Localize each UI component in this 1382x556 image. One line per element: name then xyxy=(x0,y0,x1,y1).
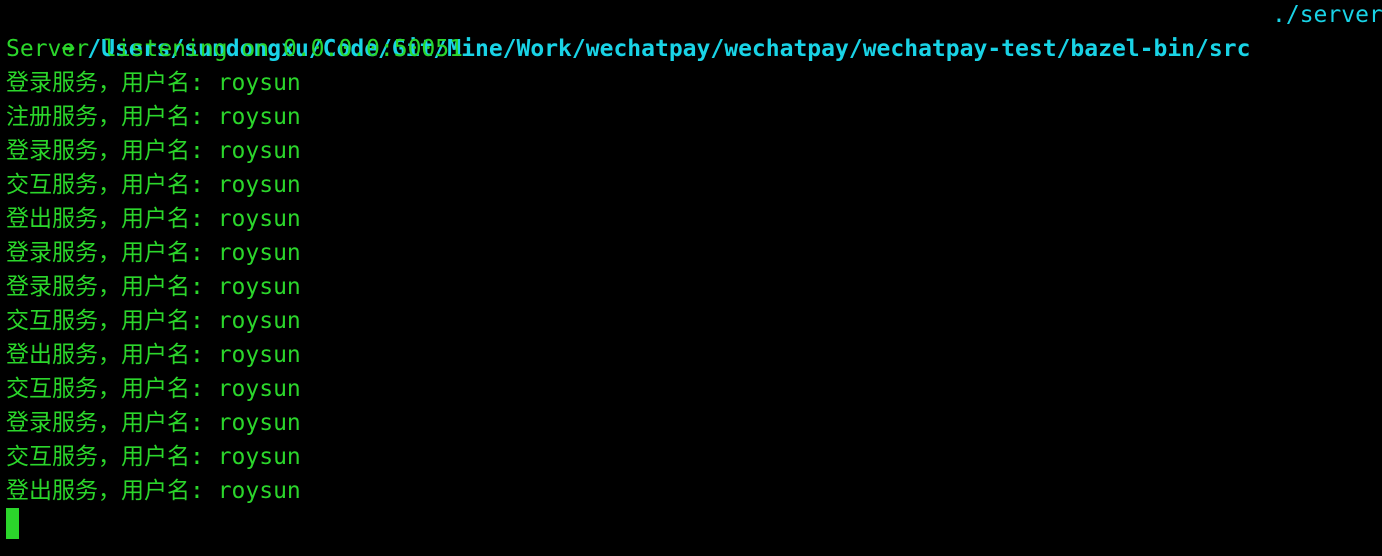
output-line: Server listening on 0.0.0.0:50051 xyxy=(6,36,463,62)
terminal-cursor[interactable] xyxy=(6,508,19,539)
output-line: 登录服务，用户名: roysun xyxy=(6,274,301,300)
terminal-window[interactable]: ➜/Users/sundongxu/Code/Git/Mine/Work/wec… xyxy=(0,0,1382,556)
output-line: 登出服务，用户名: roysun xyxy=(6,342,301,368)
output-line: 交互服务，用户名: roysun xyxy=(6,308,301,334)
output-line: 交互服务，用户名: roysun xyxy=(6,376,301,402)
output-line: 交互服务，用户名: roysun xyxy=(6,444,301,470)
prompt-line: ➜/Users/sundongxu/Code/Git/Mine/Work/wec… xyxy=(6,0,1382,62)
output-line: 注册服务，用户名: roysun xyxy=(6,104,301,130)
output-line: 登出服务，用户名: roysun xyxy=(6,478,301,504)
output-line: 登出服务，用户名: roysun xyxy=(6,206,301,232)
output-line: 登录服务，用户名: roysun xyxy=(6,240,301,266)
output-line: 登录服务，用户名: roysun xyxy=(6,410,301,436)
output-line: 交互服务，用户名: roysun xyxy=(6,172,301,198)
output-line: 登录服务，用户名: roysun xyxy=(6,138,301,164)
output-line: 登录服务，用户名: roysun xyxy=(6,70,301,96)
prompt-command: ./server xyxy=(1272,2,1382,28)
